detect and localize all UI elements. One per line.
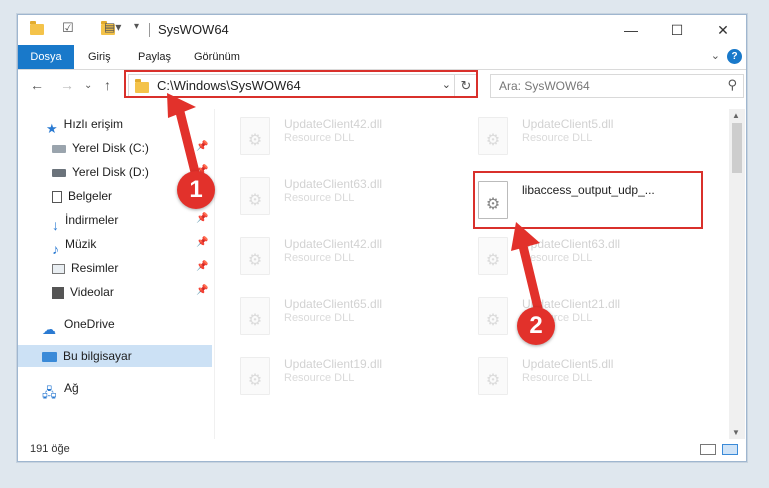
sidebar-item-music[interactable]: ♪ Müzik xyxy=(52,233,96,258)
dll-file-icon: ⚙ xyxy=(478,237,508,275)
list-item[interactable]: ⚙ UpdateClient63.dll Resource DLL xyxy=(216,169,446,219)
tab-file[interactable]: Dosya xyxy=(18,45,74,69)
list-item[interactable]: ⚙ UpdateClient63.dll Resource DLL xyxy=(454,229,684,279)
navigation-pane: ★ Hızlı erişim Yerel Disk (C:) 📌 Yerel Di… xyxy=(18,109,214,441)
scroll-down-icon[interactable]: ▼ xyxy=(732,428,740,437)
window-title: SysWOW64 xyxy=(158,22,229,37)
tab-home[interactable]: Giriş xyxy=(78,45,121,69)
videos-icon xyxy=(52,286,64,299)
dll-file-icon: ⚙ xyxy=(478,297,508,335)
network-icon: 🖧 xyxy=(42,385,57,401)
explorer-window: ☑ ▤▾ ▾ SysWOW64 — ☐ ✕ Dosya Giriş Paylaş… xyxy=(17,14,747,462)
pictures-icon xyxy=(52,263,65,274)
details-view-icon[interactable] xyxy=(700,444,716,455)
item-count: 191 öğe xyxy=(30,443,70,455)
ribbon: Dosya Giriş Paylaş Görünüm ⌄ ? xyxy=(18,45,746,70)
search-box[interactable]: Ara: SysWOW64 ⚲ xyxy=(490,74,744,98)
back-icon[interactable]: ← xyxy=(30,77,44,93)
navigation-bar: ← → ⌄ ↑ C:\Windows\SysWOW64 ⌄ ↻ Ara: Sys… xyxy=(18,70,746,101)
up-icon[interactable]: ↑ xyxy=(104,77,111,93)
sidebar-item-documents[interactable]: Belgeler xyxy=(52,185,112,207)
maximize-button[interactable]: ☐ xyxy=(654,15,700,45)
sidebar-item-this-pc[interactable]: Bu bilgisayar xyxy=(42,345,132,367)
dll-file-icon: ⚙ xyxy=(240,237,270,275)
help-icon[interactable]: ? xyxy=(727,49,742,64)
dll-file-icon: ⚙ xyxy=(478,357,508,395)
sidebar-item-onedrive[interactable]: ☁ OneDrive xyxy=(42,313,115,338)
pin-icon[interactable]: 📌 xyxy=(196,213,208,224)
file-highlight-box xyxy=(473,171,703,229)
sidebar-item-drive-d[interactable]: Yerel Disk (D:) xyxy=(52,161,149,183)
list-item[interactable]: ⚙ UpdateClient42.dll Resource DLL xyxy=(216,229,446,279)
dll-file-icon: ⚙ xyxy=(478,117,508,155)
pin-icon[interactable]: 📌 xyxy=(196,261,208,272)
computer-icon xyxy=(42,351,57,362)
list-item[interactable]: ⚙ UpdateClient21.dll Resource DLL xyxy=(454,289,684,339)
title-separator xyxy=(149,23,150,37)
properties-icon[interactable]: ☑ xyxy=(62,20,74,36)
step-1-badge: 1 xyxy=(177,171,215,209)
sidebar-item-videos[interactable]: Videolar xyxy=(52,281,114,303)
sidebar-item-quick-access[interactable]: ★ Hızlı erişim xyxy=(46,113,123,137)
step-2-badge: 2 xyxy=(517,307,555,345)
tab-share[interactable]: Paylaş xyxy=(128,45,181,69)
status-bar: 191 öğe xyxy=(18,439,746,461)
star-icon: ★ xyxy=(46,121,58,137)
list-item[interactable]: ⚙ UpdateClient5.dll Resource DLL xyxy=(454,109,684,159)
pin-icon[interactable]: 📌 xyxy=(196,237,208,248)
sidebar-item-pictures[interactable]: Resimler xyxy=(52,257,118,279)
list-item[interactable]: ⚙ UpdateClient42.dll Resource DLL xyxy=(216,109,446,159)
search-icon[interactable]: ⚲ xyxy=(727,77,737,93)
large-icons-view-icon[interactable] xyxy=(722,444,738,455)
forward-icon[interactable]: → xyxy=(60,77,74,93)
quick-access-dropdown-icon[interactable]: ▾ xyxy=(134,21,139,37)
address-highlight-box xyxy=(124,70,478,98)
minimize-button[interactable]: — xyxy=(608,15,654,45)
title-bar: ☑ ▤▾ ▾ SysWOW64 — ☐ ✕ xyxy=(18,15,746,45)
expand-ribbon-icon[interactable]: ⌄ xyxy=(711,49,720,62)
folder-icon xyxy=(30,21,44,35)
documents-icon xyxy=(52,190,62,203)
sidebar-item-network[interactable]: 🖧 Ağ xyxy=(42,377,79,401)
dll-file-icon: ⚙ xyxy=(240,117,270,155)
download-icon: ↓ xyxy=(52,217,59,234)
dll-file-icon: ⚙ xyxy=(240,177,270,215)
music-icon: ♪ xyxy=(52,241,59,258)
list-item[interactable]: ⚙ UpdateClient65.dll Resource DLL xyxy=(216,289,446,339)
customize-icon[interactable]: ▤▾ xyxy=(104,20,121,36)
search-input[interactable]: Ara: SysWOW64 xyxy=(499,79,590,93)
scroll-thumb[interactable] xyxy=(732,123,742,173)
pin-icon[interactable]: 📌 xyxy=(196,141,208,152)
dll-file-icon: ⚙ xyxy=(240,297,270,335)
scroll-up-icon[interactable]: ▲ xyxy=(732,111,740,120)
file-list: ⚙ UpdateClient42.dll Resource DLL ⚙ Upda… xyxy=(216,101,728,441)
cloud-icon: ☁ xyxy=(42,321,56,338)
vertical-scrollbar[interactable]: ▲ ▼ xyxy=(729,109,745,439)
list-item[interactable]: ⚙ UpdateClient19.dll Resource DLL xyxy=(216,349,446,399)
close-button[interactable]: ✕ xyxy=(700,15,746,45)
pane-divider[interactable] xyxy=(214,109,215,439)
drive-icon xyxy=(52,144,66,153)
recent-dropdown-icon[interactable]: ⌄ xyxy=(84,80,92,91)
dll-file-icon: ⚙ xyxy=(240,357,270,395)
pin-icon[interactable]: 📌 xyxy=(196,285,208,296)
sidebar-item-downloads[interactable]: ↓ İndirmeler xyxy=(52,209,118,234)
list-item[interactable]: ⚙ UpdateClient5.dll Resource DLL xyxy=(454,349,684,399)
drive-icon xyxy=(52,168,66,177)
sidebar-item-drive-c[interactable]: Yerel Disk (C:) xyxy=(52,137,149,159)
tab-view[interactable]: Görünüm xyxy=(184,45,250,69)
